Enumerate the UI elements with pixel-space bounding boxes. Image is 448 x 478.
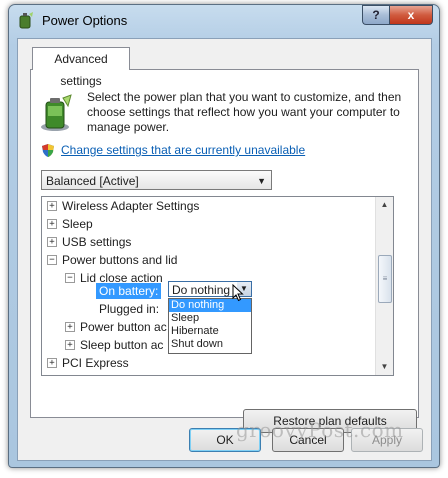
dropdown-option[interactable]: Shut down — [169, 338, 251, 351]
plugged-in-label: Plugged in: — [99, 302, 160, 316]
tree-item-sleep-button-action[interactable]: + Sleep button ac — [62, 336, 169, 354]
expand-icon[interactable]: + — [47, 219, 57, 229]
collapse-icon[interactable]: − — [65, 273, 75, 283]
tree-scrollbar[interactable]: ▲ ≡ ▼ — [375, 197, 393, 375]
scrollbar-thumb[interactable]: ≡ — [378, 255, 392, 303]
dialog-body: Advanced settings Select the power plan … — [17, 38, 432, 461]
tree-item-label: Sleep button ac — [80, 338, 164, 352]
tree-item-label: USB settings — [62, 235, 132, 249]
mouse-cursor-icon — [232, 284, 244, 302]
shield-icon — [42, 144, 54, 157]
battery-plan-icon — [41, 94, 72, 131]
window-title: Power Options — [42, 13, 128, 28]
on-battery-label: On battery: — [96, 283, 162, 299]
tab-advanced-settings[interactable]: Advanced settings — [32, 47, 130, 88]
settings-tree[interactable]: + Wireless Adapter Settings + Sleep + US… — [41, 196, 394, 376]
tree-item-plugged-in[interactable]: Plugged in: — [99, 300, 159, 318]
tree-item-label: Power button ac — [80, 320, 167, 334]
tree-item-label: Power buttons and lid — [62, 253, 178, 267]
power-plan-value: Balanced [Active] — [46, 174, 139, 188]
expand-icon[interactable]: + — [47, 201, 57, 211]
expand-icon[interactable]: + — [47, 237, 57, 247]
change-settings-link[interactable]: Change settings that are currently unava… — [61, 143, 305, 157]
watermark: groovyPost.com — [236, 418, 404, 442]
dropdown-option[interactable]: Sleep — [169, 312, 251, 325]
tree-item-label: Sleep — [62, 217, 93, 231]
dropdown-option[interactable]: Hibernate — [169, 325, 251, 338]
lid-action-dropdown[interactable]: Do nothing Sleep Hibernate Shut down — [168, 298, 252, 354]
combo-value: Do nothing — [172, 283, 231, 297]
help-button[interactable]: ? — [362, 5, 389, 25]
tree-item-power-button-action[interactable]: + Power button ac — [62, 318, 169, 336]
intro-text: Select the power plan that you want to c… — [87, 90, 402, 134]
tree-item-label: PCI Express — [62, 356, 129, 370]
collapse-icon[interactable]: − — [47, 255, 57, 265]
expand-icon[interactable]: + — [65, 322, 75, 332]
tree-item-on-battery[interactable]: On battery: — [96, 282, 162, 300]
caption-buttons: ? x — [362, 5, 433, 25]
scroll-up-icon[interactable]: ▲ — [376, 197, 393, 213]
chevron-down-icon: ▼ — [257, 176, 266, 186]
scroll-down-icon[interactable]: ▼ — [376, 359, 393, 375]
power-options-window: Power Options ? x Advanced settings Sele… — [8, 4, 440, 468]
advanced-settings-panel: Select the power plan that you want to c… — [30, 69, 419, 433]
tree-item-label: Wireless Adapter Settings — [62, 199, 200, 213]
expand-icon[interactable]: + — [47, 358, 57, 368]
close-button[interactable]: x — [389, 5, 433, 25]
power-options-icon — [19, 12, 33, 29]
title-bar[interactable]: Power Options ? x — [9, 5, 439, 37]
power-plan-select[interactable]: Balanced [Active] ▼ — [41, 170, 272, 190]
expand-icon[interactable]: + — [65, 340, 75, 350]
